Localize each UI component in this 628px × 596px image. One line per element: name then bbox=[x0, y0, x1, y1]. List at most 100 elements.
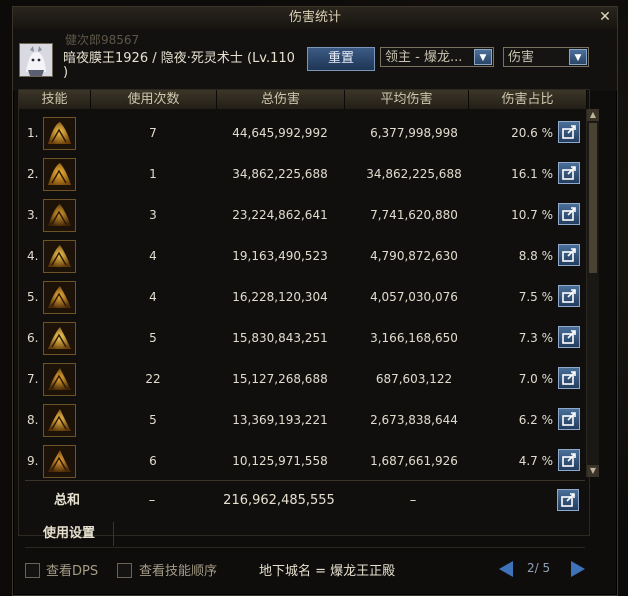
share-row-button[interactable] bbox=[558, 449, 580, 471]
check-dps-label[interactable]: 查看DPS bbox=[46, 560, 98, 579]
total-damage-value: 10,125,971,558 bbox=[232, 454, 328, 468]
row-index: 8. bbox=[27, 413, 39, 427]
skill-icon bbox=[43, 445, 76, 478]
uses-value: 4 bbox=[149, 290, 157, 304]
share-row-button[interactable] bbox=[558, 408, 580, 430]
col-pct[interactable]: 伤害占比 bbox=[469, 90, 587, 109]
skill-icon bbox=[43, 281, 76, 314]
footer: 查看DPS 查看技能顺序 地下城名 = 爆龙王正殿 2/ 5 bbox=[13, 555, 617, 589]
total-uses: – bbox=[148, 493, 156, 508]
table-row: 9. 6 10,125,971,558 1,687,661,926 4.7 % bbox=[19, 441, 581, 482]
share-row-button[interactable] bbox=[558, 244, 580, 266]
avg-damage-value: 6,377,998,998 bbox=[370, 126, 458, 140]
col-skill[interactable]: 技能 bbox=[19, 90, 91, 109]
damage-share-value: 10.7 % bbox=[511, 208, 553, 222]
type-select[interactable]: 伤害 ▼ bbox=[503, 47, 589, 67]
uses-value: 1 bbox=[149, 167, 157, 181]
share-icon bbox=[562, 453, 576, 467]
table-row: 6. 5 15,830,843,251 3,166,168,650 7.3 % bbox=[19, 318, 581, 359]
total-damage-value: 19,163,490,523 bbox=[232, 249, 328, 263]
check-order-checkbox[interactable] bbox=[117, 563, 132, 578]
divider bbox=[25, 547, 585, 548]
total-damage-value: 44,645,992,992 bbox=[232, 126, 328, 140]
uses-value: 6 bbox=[149, 454, 157, 468]
share-icon bbox=[562, 248, 576, 262]
character-portrait-icon bbox=[20, 44, 52, 76]
row-index: 6. bbox=[27, 331, 39, 345]
share-row-button[interactable] bbox=[558, 326, 580, 348]
target-select[interactable]: 领主 - 爆龙... ▼ bbox=[380, 47, 494, 67]
window-title: 伤害统计 bbox=[288, 10, 341, 25]
share-icon bbox=[562, 207, 576, 221]
row-index: 2. bbox=[27, 167, 39, 181]
reset-button[interactable]: 重置 bbox=[307, 47, 375, 71]
total-damage-value: 23,224,862,641 bbox=[232, 208, 328, 222]
avg-damage-value: 1,687,661,926 bbox=[370, 454, 458, 468]
col-uses[interactable]: 使用次数 bbox=[91, 90, 217, 109]
damage-share-value: 4.7 % bbox=[518, 454, 553, 468]
total-damage-value: 15,127,268,688 bbox=[232, 372, 328, 386]
type-select-value: 伤害 bbox=[508, 50, 535, 65]
damage-stats-window: 伤害统计 ✕ 健次郎98567 暗夜膜王1926 / 隐夜·死灵术士 (Lv.1… bbox=[12, 6, 618, 596]
avatar bbox=[19, 43, 53, 77]
scrollbar[interactable]: ▲ ▼ bbox=[586, 109, 599, 477]
close-icon[interactable]: ✕ bbox=[597, 9, 613, 25]
table-row: 3. 3 23,224,862,641 7,741,620,880 10.7 % bbox=[19, 195, 581, 236]
avg-damage-value: 7,741,620,880 bbox=[370, 208, 458, 222]
share-icon bbox=[562, 289, 576, 303]
share-total-button[interactable] bbox=[557, 489, 579, 511]
skill-icon bbox=[43, 322, 76, 355]
divider bbox=[25, 480, 585, 481]
avg-damage-value: 34,862,225,688 bbox=[366, 167, 462, 181]
character-info-cont: ) bbox=[63, 65, 69, 80]
damage-share-value: 7.5 % bbox=[518, 290, 553, 304]
scroll-down-icon[interactable]: ▼ bbox=[587, 465, 599, 477]
skill-icon bbox=[43, 404, 76, 437]
share-row-button[interactable] bbox=[558, 285, 580, 307]
col-avg[interactable]: 平均伤害 bbox=[345, 90, 469, 109]
avg-damage-value: 4,790,872,630 bbox=[370, 249, 458, 263]
scroll-thumb[interactable] bbox=[589, 123, 597, 273]
settings-tab[interactable]: 使用设置 bbox=[25, 522, 114, 546]
chevron-down-icon[interactable]: ▼ bbox=[474, 49, 492, 65]
damage-table: 技能 使用次数 总伤害 平均伤害 伤害占比 1. 7 44,645,992,992 6… bbox=[18, 89, 590, 536]
page-indicator: 2/ 5 bbox=[527, 561, 551, 575]
share-row-button[interactable] bbox=[558, 367, 580, 389]
share-row-button[interactable] bbox=[558, 203, 580, 225]
sub-name: 健次郎98567 bbox=[65, 33, 140, 47]
table-row: 7. 22 15,127,268,688 687,603,122 7.0 % bbox=[19, 359, 581, 400]
damage-share-value: 20.6 % bbox=[511, 126, 553, 140]
share-icon bbox=[562, 330, 576, 344]
character-info: 暗夜膜王1926 / 隐夜·死灵术士 (Lv.110 bbox=[63, 51, 295, 66]
avg-damage-value: 3,166,168,650 bbox=[370, 331, 458, 345]
uses-value: 22 bbox=[145, 372, 161, 386]
damage-share-value: 7.0 % bbox=[518, 372, 553, 386]
damage-share-value: 8.8 % bbox=[518, 249, 553, 263]
row-index: 5. bbox=[27, 290, 39, 304]
share-row-button[interactable] bbox=[558, 162, 580, 184]
avg-damage-value: 4,057,030,076 bbox=[370, 290, 458, 304]
skill-icon bbox=[43, 240, 76, 273]
check-order-label[interactable]: 查看技能顺序 bbox=[139, 560, 217, 579]
uses-value: 7 bbox=[149, 126, 157, 140]
skill-icon bbox=[43, 158, 76, 191]
total-damage: 216,962,485,555 bbox=[223, 493, 335, 508]
col-total[interactable]: 总伤害 bbox=[217, 90, 345, 109]
total-damage-value: 15,830,843,251 bbox=[232, 331, 328, 345]
damage-share-value: 7.3 % bbox=[518, 331, 553, 345]
skill-icon bbox=[43, 363, 76, 396]
next-page-icon[interactable] bbox=[571, 561, 585, 577]
chevron-down-icon[interactable]: ▼ bbox=[569, 49, 587, 65]
total-avg: – bbox=[409, 493, 417, 508]
share-row-button[interactable] bbox=[558, 121, 580, 143]
table-header: 技能 使用次数 总伤害 平均伤害 伤害占比 bbox=[19, 90, 589, 109]
window-titlebar[interactable]: 伤害统计 ✕ bbox=[13, 7, 617, 30]
share-icon bbox=[562, 166, 576, 180]
table-row: 8. 5 13,369,193,221 2,673,838,644 6.2 % bbox=[19, 400, 581, 441]
check-dps-checkbox[interactable] bbox=[25, 563, 40, 578]
scroll-up-icon[interactable]: ▲ bbox=[587, 109, 599, 121]
uses-value: 3 bbox=[149, 208, 157, 222]
dungeon-name: 地下城名 = 爆龙王正殿 bbox=[259, 564, 396, 579]
prev-page-icon[interactable] bbox=[499, 561, 513, 577]
uses-value: 4 bbox=[149, 249, 157, 263]
